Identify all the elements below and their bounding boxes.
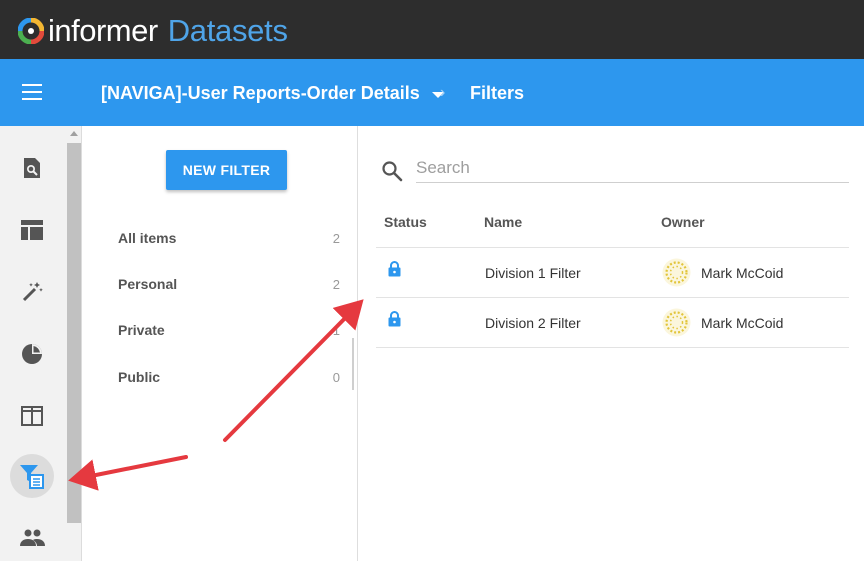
breadcrumb-dataset-label: [NAVIGA]-User Reports-Order Details [101, 83, 420, 103]
category-label: Personal [118, 276, 178, 292]
category-count: 0 [332, 369, 340, 385]
category-label: Private [118, 322, 165, 338]
category-list-scrollbar[interactable] [352, 338, 354, 390]
owner-name: Mark McCoid [701, 315, 784, 331]
lock-icon [388, 311, 401, 327]
informer-logo[interactable]: informer Datasets [18, 13, 288, 48]
product-name: Datasets [167, 13, 288, 48]
column-header-owner[interactable]: Owner [661, 214, 705, 230]
pie-chart-icon [22, 344, 42, 364]
page-header: [NAVIGA]-User Reports-Order Details › Fi… [0, 59, 864, 126]
category-personal[interactable]: Personal 2 [118, 272, 340, 296]
people-icon [20, 529, 45, 546]
sidebar-item-dashboards[interactable] [10, 208, 54, 252]
sidebar-item-templates[interactable] [10, 394, 54, 438]
sidebar-scrollbar[interactable] [66, 126, 82, 561]
dashboard-layout-icon [21, 220, 43, 240]
filter-name: Division 1 Filter [485, 265, 581, 281]
filter-icon [20, 465, 44, 489]
sidebar-item-sharing[interactable] [10, 516, 54, 560]
informer-logo-icon [18, 18, 44, 44]
scroll-up-arrow-icon[interactable] [70, 131, 78, 136]
category-private[interactable]: Private 1 [118, 318, 340, 342]
search-input[interactable] [416, 154, 849, 183]
row-divider [376, 347, 849, 348]
filter-categories-panel: NEW FILTER All items 2 Personal 2 Privat… [83, 126, 358, 561]
sidebar-item-filters[interactable] [10, 454, 54, 498]
dataset-search-icon [24, 158, 40, 178]
sidebar-scrollbar-thumb[interactable] [67, 143, 81, 523]
breadcrumb-current: Filters [470, 83, 525, 103]
category-label: All items [118, 230, 177, 246]
search-icon [382, 161, 403, 182]
top-app-bar: informer Datasets [0, 0, 864, 59]
category-count: 2 [332, 230, 340, 246]
magic-wand-icon [22, 282, 43, 302]
category-label: Public [118, 369, 161, 385]
sidebar-item-transforms[interactable] [10, 270, 54, 314]
column-header-name[interactable]: Name [484, 214, 522, 230]
sidebar-item-visuals[interactable] [10, 332, 54, 376]
breadcrumb-separator-icon: › [440, 84, 446, 101]
sidebar-item-explore[interactable] [10, 146, 54, 190]
category-count: 1 [332, 322, 340, 338]
owner-name: Mark McCoid [701, 265, 784, 281]
sidebar-rail [0, 126, 66, 561]
filter-name: Division 2 Filter [485, 315, 581, 331]
owner-avatar [662, 258, 691, 287]
table-row[interactable]: Division 2 Filter Mark McCoid [376, 298, 849, 347]
column-header-status[interactable]: Status [384, 214, 427, 230]
category-all-items[interactable]: All items 2 [118, 226, 340, 250]
menu-icon[interactable] [22, 84, 42, 100]
columns-view-icon [21, 406, 43, 426]
lock-icon [388, 261, 401, 277]
new-filter-button[interactable]: NEW FILTER [166, 150, 287, 190]
breadcrumb-dataset-dropdown[interactable]: [NAVIGA]-User Reports-Order Details [101, 83, 444, 104]
owner-avatar [662, 308, 691, 337]
table-row[interactable]: Division 1 Filter Mark McCoid [376, 248, 849, 297]
category-count: 2 [332, 276, 340, 292]
category-public[interactable]: Public 0 [118, 365, 340, 389]
brand-name: informer [48, 13, 158, 48]
